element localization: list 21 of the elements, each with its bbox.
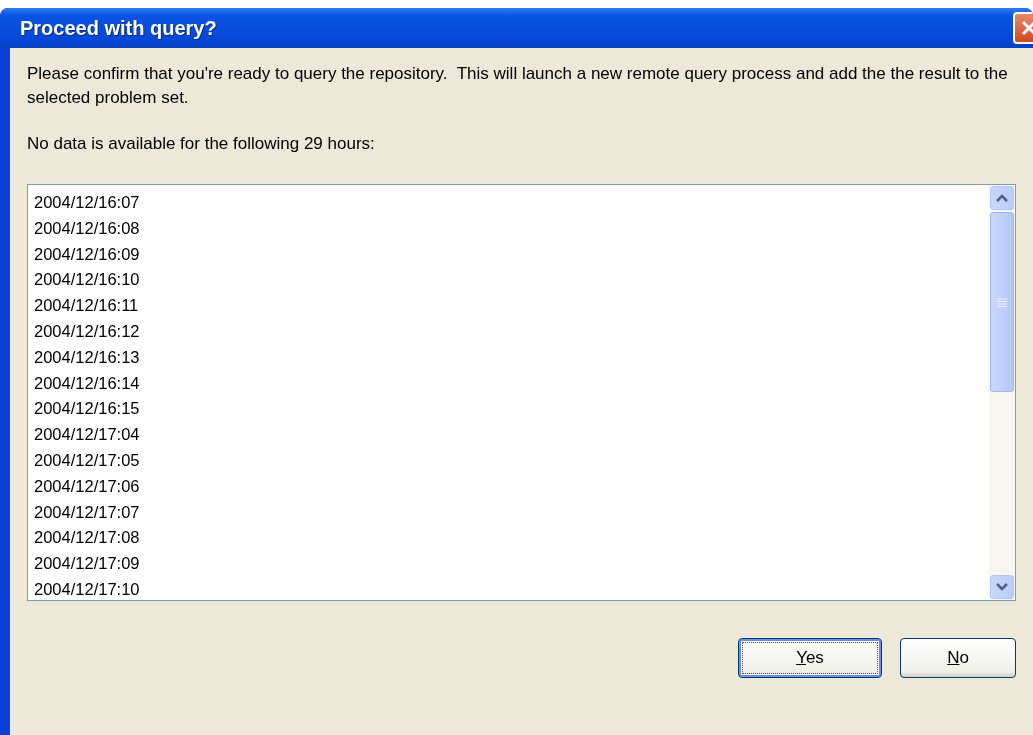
list-item[interactable]: 2004/12/16:14 bbox=[34, 370, 989, 397]
list-item[interactable]: 2004/12/17:05 bbox=[34, 447, 989, 474]
list-item[interactable]: 2004/12/16:12 bbox=[34, 319, 989, 345]
list-item[interactable]: 2004/12/16:08 bbox=[34, 215, 989, 242]
list-item[interactable]: 2004/12/17:10 bbox=[34, 576, 989, 600]
list-item[interactable]: 2004/12/17:07 bbox=[34, 499, 989, 526]
yes-button[interactable]: Yes bbox=[738, 638, 882, 678]
window-title: Proceed with query? bbox=[20, 16, 217, 40]
list-item[interactable]: 2004/12/16:15 bbox=[34, 396, 989, 423]
list-item[interactable]: 2004/12/17:09 bbox=[34, 551, 989, 577]
list-label: No data is available for the following 29 hours: bbox=[27, 133, 376, 155]
list-item[interactable]: 2004/12/16:09 bbox=[34, 241, 989, 268]
list-item[interactable]: 2004/12/17:08 bbox=[34, 525, 989, 552]
list-item[interactable]: 2004/12/16:13 bbox=[34, 344, 989, 371]
list-item[interactable]: 2004/12/16:11 bbox=[34, 293, 989, 319]
message-text: Please confirm that you're ready to query the repository. This will launch a new remote query process and add the the result to the selected problem set. bbox=[27, 63, 1009, 109]
list-item[interactable]: 2004/12/17:06 bbox=[34, 473, 989, 500]
no-button[interactable]: No bbox=[900, 638, 1016, 678]
list-item[interactable]: 2004/12/16:10 bbox=[34, 267, 989, 294]
list-item[interactable]: 2004/12/17:04 bbox=[34, 422, 989, 448]
list-item[interactable]: 2004/12/16:07 bbox=[34, 190, 989, 216]
